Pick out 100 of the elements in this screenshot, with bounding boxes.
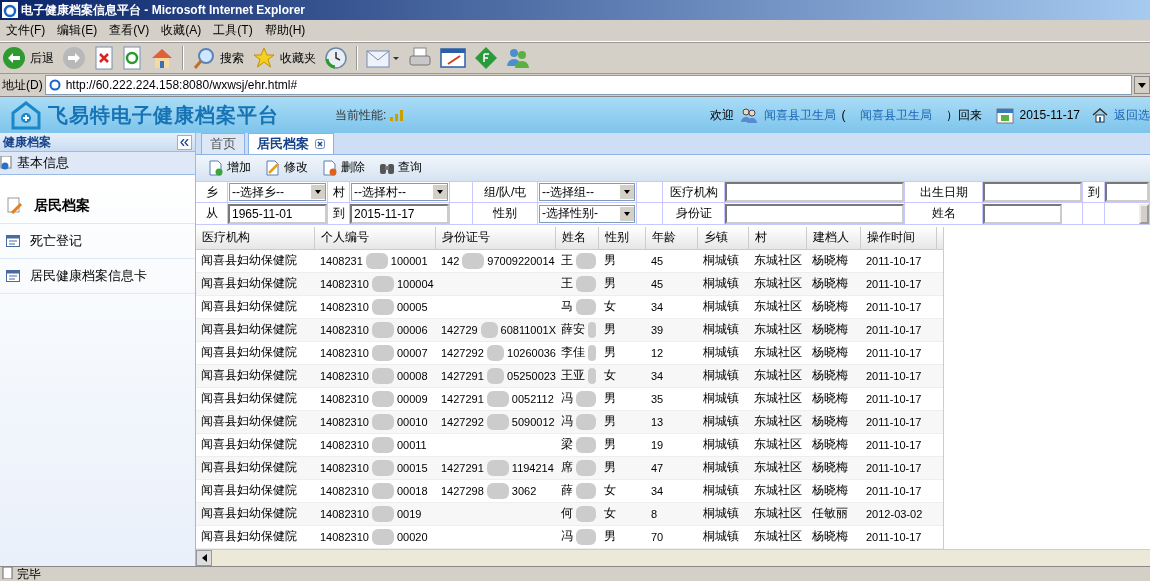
id-number-end: 3062 xyxy=(511,485,537,497)
refresh-icon[interactable] xyxy=(122,46,142,70)
redaction-mark xyxy=(486,391,509,407)
query-button[interactable] xyxy=(1139,203,1149,224)
tab[interactable]: 居民档案 xyxy=(248,133,334,154)
table-cell: 王 xyxy=(561,275,573,293)
text-field[interactable] xyxy=(1105,182,1149,203)
table-cell: 2011-10-17 xyxy=(866,370,922,382)
column-header[interactable]: 年龄 xyxy=(652,229,676,247)
column-header[interactable]: 村 xyxy=(755,229,767,247)
column-header[interactable]: 身份证号 xyxy=(442,229,490,247)
column-header[interactable]: 姓名 xyxy=(562,229,586,247)
id-number-start: 14082310 xyxy=(320,324,369,336)
table-cell: 女 xyxy=(604,482,616,500)
diamond-letter-icon[interactable] xyxy=(474,46,498,70)
table-cell: 闻喜县妇幼保健院 xyxy=(201,367,297,385)
stop-icon[interactable] xyxy=(94,46,114,70)
dropdown[interactable]: --选择组-- xyxy=(539,183,635,202)
table-cell: 桐城镇 xyxy=(703,482,739,500)
table-cell: 闻喜县妇幼保健院 xyxy=(201,321,297,339)
close-icon[interactable] xyxy=(315,139,325,149)
id-number-end: 0019 xyxy=(396,508,422,520)
table-cell: 桐城镇 xyxy=(703,344,739,362)
table-cell: 男 xyxy=(604,344,616,362)
star-icon[interactable] xyxy=(252,46,276,70)
text-field[interactable] xyxy=(983,182,1082,203)
menu-item[interactable]: 帮助(H) xyxy=(260,22,314,39)
sidebar-item[interactable]: 死亡登记 xyxy=(0,224,195,259)
table-cell: 东城社区 xyxy=(754,298,802,316)
dropdown[interactable]: --选择乡-- xyxy=(229,183,326,202)
column-header[interactable]: 个人编号 xyxy=(321,229,369,247)
action-button[interactable]: 增加 xyxy=(208,159,251,177)
toolbar-button[interactable]: 后退 xyxy=(2,46,54,70)
return-link[interactable]: 返回选 xyxy=(1114,106,1150,124)
table-cell: 8 xyxy=(651,508,658,520)
dropdown[interactable]: --选择村-- xyxy=(351,183,448,202)
text-field[interactable] xyxy=(725,182,904,203)
pencil-document-icon xyxy=(6,197,24,215)
edit-document-icon[interactable] xyxy=(440,46,466,70)
menu-item[interactable]: 编辑(E) xyxy=(53,22,106,39)
id-number-end: 10260036 xyxy=(507,347,556,359)
home-icon[interactable] xyxy=(150,46,174,70)
menu-item[interactable]: 查看(V) xyxy=(105,22,158,39)
action-button[interactable]: 查询 xyxy=(379,159,422,177)
table-cell: 桐城镇 xyxy=(703,321,739,339)
sidebar-item[interactable]: 居民档案 xyxy=(0,189,195,224)
tab[interactable]: 首页 xyxy=(201,133,245,154)
redaction-mark xyxy=(576,483,596,499)
table-cell: 冯 xyxy=(561,390,573,408)
history-clock-icon[interactable] xyxy=(324,46,348,70)
table-cell: 34 xyxy=(651,301,664,313)
toolbar-button[interactable]: 收藏夹 xyxy=(252,46,316,70)
id-number-end: 00006 xyxy=(396,324,428,336)
id-number-start: 1427298 xyxy=(441,485,484,497)
table-cell: 东城社区 xyxy=(754,482,802,500)
id-number-start: 1427292 xyxy=(441,347,484,359)
menu-item[interactable]: 文件(F) xyxy=(2,22,54,39)
table-cell: 女 xyxy=(604,367,616,385)
logo-text: 飞易特电子健康档案平台 xyxy=(48,102,279,128)
id-number-start: 1408231 xyxy=(320,255,363,267)
text-field[interactable]: 1965-11-01 xyxy=(228,203,327,224)
text-field[interactable] xyxy=(983,203,1063,224)
column-header[interactable]: 性别 xyxy=(605,229,629,247)
signal-bars-icon xyxy=(390,109,405,121)
toolbar-button[interactable]: 搜索 xyxy=(192,46,244,70)
action-button[interactable]: 删除 xyxy=(322,159,365,177)
id-number-end: 00020 xyxy=(396,531,428,543)
paren-text: ( xyxy=(841,108,846,122)
user-link[interactable]: 闻喜县卫生局 xyxy=(763,106,836,124)
dropdown[interactable]: -选择性别- xyxy=(539,204,635,223)
table-cell: 2011-10-17 xyxy=(866,278,922,290)
people-icon[interactable] xyxy=(506,46,530,70)
address-field[interactable]: http://60.222.224.158:8080/wxwsj/ehr.html# xyxy=(44,75,1132,95)
search-icon[interactable] xyxy=(192,46,216,70)
redaction-mark xyxy=(371,345,394,361)
id-number-end: 5090012 xyxy=(511,416,555,428)
house-logo-icon xyxy=(10,100,42,130)
id-number-end: 00011 xyxy=(396,439,427,451)
column-header[interactable]: 医疗机构 xyxy=(202,229,250,247)
scroll-left-icon[interactable] xyxy=(196,550,212,566)
redaction-mark xyxy=(365,253,388,269)
column-header[interactable]: 乡镇 xyxy=(704,229,728,247)
redaction-mark xyxy=(371,368,394,384)
table-cell: 男 xyxy=(604,275,616,293)
text-field[interactable]: 2015-11-17 xyxy=(350,203,449,224)
org-link[interactable]: 闻喜县卫生局 xyxy=(859,106,932,124)
sidebar-item[interactable]: 居民健康档案信息卡 xyxy=(0,259,195,294)
action-button[interactable]: 修改 xyxy=(265,159,308,177)
menu-item[interactable]: 收藏(A) xyxy=(157,22,210,39)
status-text: 完毕 xyxy=(17,567,41,581)
id-number-end: 0052112 xyxy=(511,393,554,405)
text-field[interactable] xyxy=(725,203,904,224)
table-cell: 杨晓梅 xyxy=(812,528,848,546)
collapse-icon[interactable] xyxy=(177,134,192,150)
id-number-end: 100001 xyxy=(390,255,428,267)
table-cell: 桐城镇 xyxy=(703,505,739,523)
table-cell: 梁 xyxy=(561,436,573,454)
column-header[interactable]: 操作时间 xyxy=(867,229,915,247)
menu-item[interactable]: 工具(T) xyxy=(209,22,261,39)
column-header[interactable]: 建档人 xyxy=(813,229,849,247)
